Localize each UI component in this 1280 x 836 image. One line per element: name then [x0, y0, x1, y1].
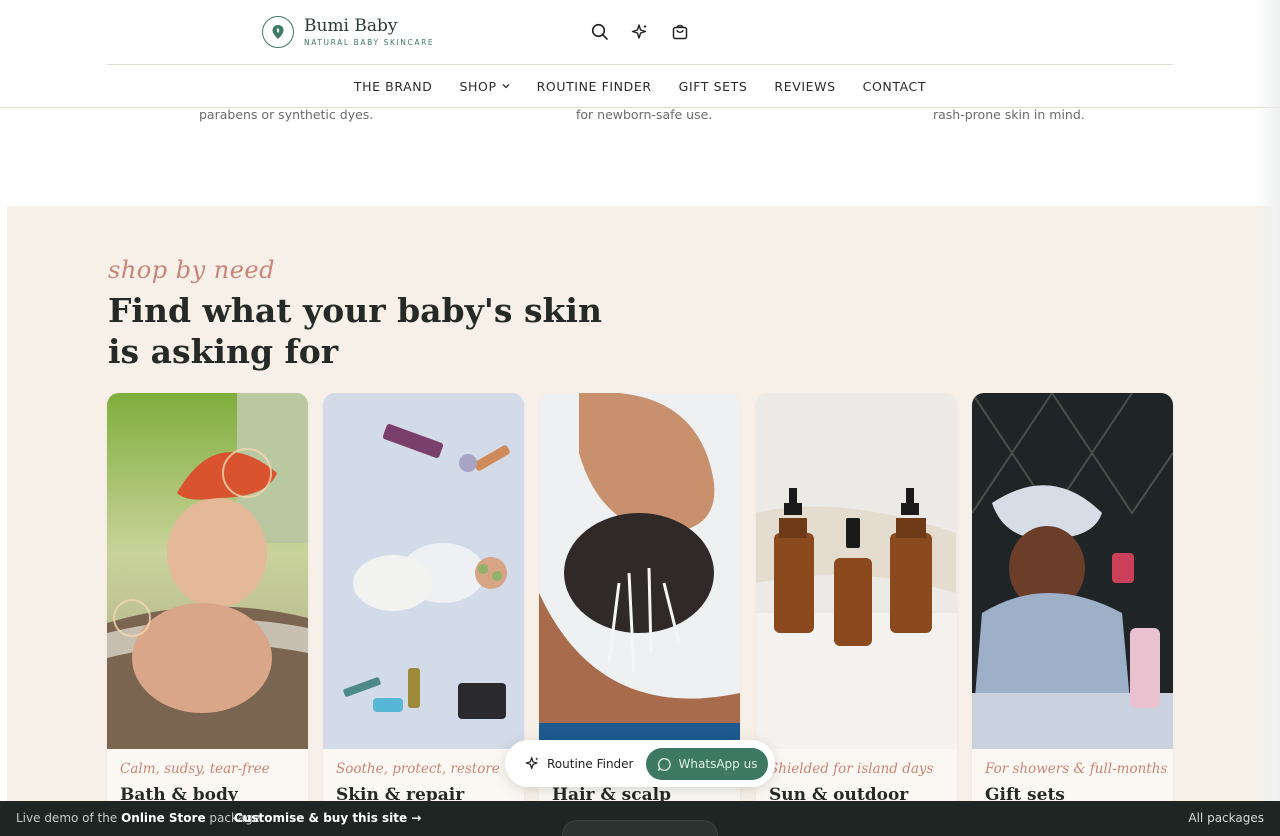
demo-notice: Live demo of the Online Store package. [16, 811, 264, 825]
sparkle-icon [525, 757, 539, 770]
nav-routine-finder[interactable]: ROUTINE FINDER [537, 79, 652, 94]
header-actions [590, 22, 690, 42]
main-nav: THE BRAND SHOP ROUTINE FINDER GIFT SETS … [0, 65, 1280, 107]
nav-contact[interactable]: CONTACT [863, 79, 926, 94]
section-eyebrow: shop by need [108, 256, 275, 284]
card-kicker: Calm, sudsy, tear-free [120, 761, 270, 777]
hair-wash-photo [539, 393, 740, 749]
all-packages-link[interactable]: All packages [1188, 811, 1264, 825]
brand-logo[interactable]: Bumi Baby NATURAL BABY SKINCARE [262, 16, 434, 48]
feature-text: rash-prone skin in mind. [933, 107, 1085, 122]
category-card-sun-outdoor[interactable]: Shielded for island days Sun & outdoor [756, 393, 957, 813]
skincare-flatlay-photo [323, 393, 524, 749]
routine-finder-button[interactable]: Routine Finder [525, 756, 634, 771]
brand-tagline: NATURAL BABY SKINCARE [304, 38, 435, 47]
nav-label: THE BRAND [353, 78, 433, 94]
baby-bathrobe-photo [972, 393, 1173, 749]
nav-label: SHOP [459, 78, 497, 94]
nav-label: CONTACT [862, 78, 927, 94]
shop-by-need-section: shop by need Find what your baby's skin … [7, 206, 1273, 813]
demo-prefix: Live demo of the [16, 811, 118, 825]
nav-label: ROUTINE FINDER [536, 78, 652, 94]
sparkle-icon[interactable] [630, 22, 650, 42]
demo-package-name: Online Store [121, 811, 206, 825]
nav-label: GIFT SETS [678, 78, 748, 94]
demo-bottom-bar: Live demo of the Online Store package. C… [0, 801, 1280, 836]
feature-text: for newborn-safe use. [576, 107, 713, 122]
shopping-bag-icon[interactable] [670, 22, 690, 42]
leaf-pin-icon [262, 16, 294, 48]
nav-label: REVIEWS [774, 78, 836, 94]
chat-bubble-icon [657, 757, 671, 771]
feature-text: parabens or synthetic dyes. [199, 107, 374, 122]
amber-bottles-photo [756, 393, 957, 749]
category-card-skin-repair[interactable]: Soothe, protect, restore Skin & repair [323, 393, 524, 813]
nav-divider [0, 107, 1280, 108]
chevron-down-icon [502, 84, 510, 89]
customise-buy-link[interactable]: Customise & buy this site → [234, 811, 421, 825]
nav-shop[interactable]: SHOP [459, 78, 510, 94]
nav-the-brand[interactable]: THE BRAND [354, 79, 433, 94]
routine-finder-label: Routine Finder [547, 756, 634, 771]
whatsapp-button[interactable]: WhatsApp us [646, 748, 768, 780]
nav-gift-sets[interactable]: GIFT SETS [679, 79, 748, 94]
card-kicker: Shielded for island days [769, 761, 934, 777]
card-kicker: Soothe, protect, restore [336, 761, 500, 777]
category-card-gift-sets[interactable]: For showers & full-months Gift sets [972, 393, 1173, 813]
whatsapp-label: WhatsApp us [678, 757, 758, 771]
card-kicker: For showers & full-months [985, 761, 1168, 777]
site-header: Bumi Baby NATURAL BABY SKINCARE THE BRAN… [0, 0, 1280, 108]
nav-reviews[interactable]: REVIEWS [774, 79, 835, 94]
search-icon[interactable] [590, 22, 610, 42]
category-card-bath-body[interactable]: Calm, sudsy, tear-free Bath & body [107, 393, 308, 813]
brand-name: Bumi Baby [304, 16, 398, 36]
section-heading: Find what your baby's skin is asking for [108, 291, 602, 371]
floating-action-pill: Routine Finder WhatsApp us [505, 740, 775, 787]
bath-baby-photo [107, 393, 308, 749]
hidden-toolbar-peek [562, 820, 718, 836]
